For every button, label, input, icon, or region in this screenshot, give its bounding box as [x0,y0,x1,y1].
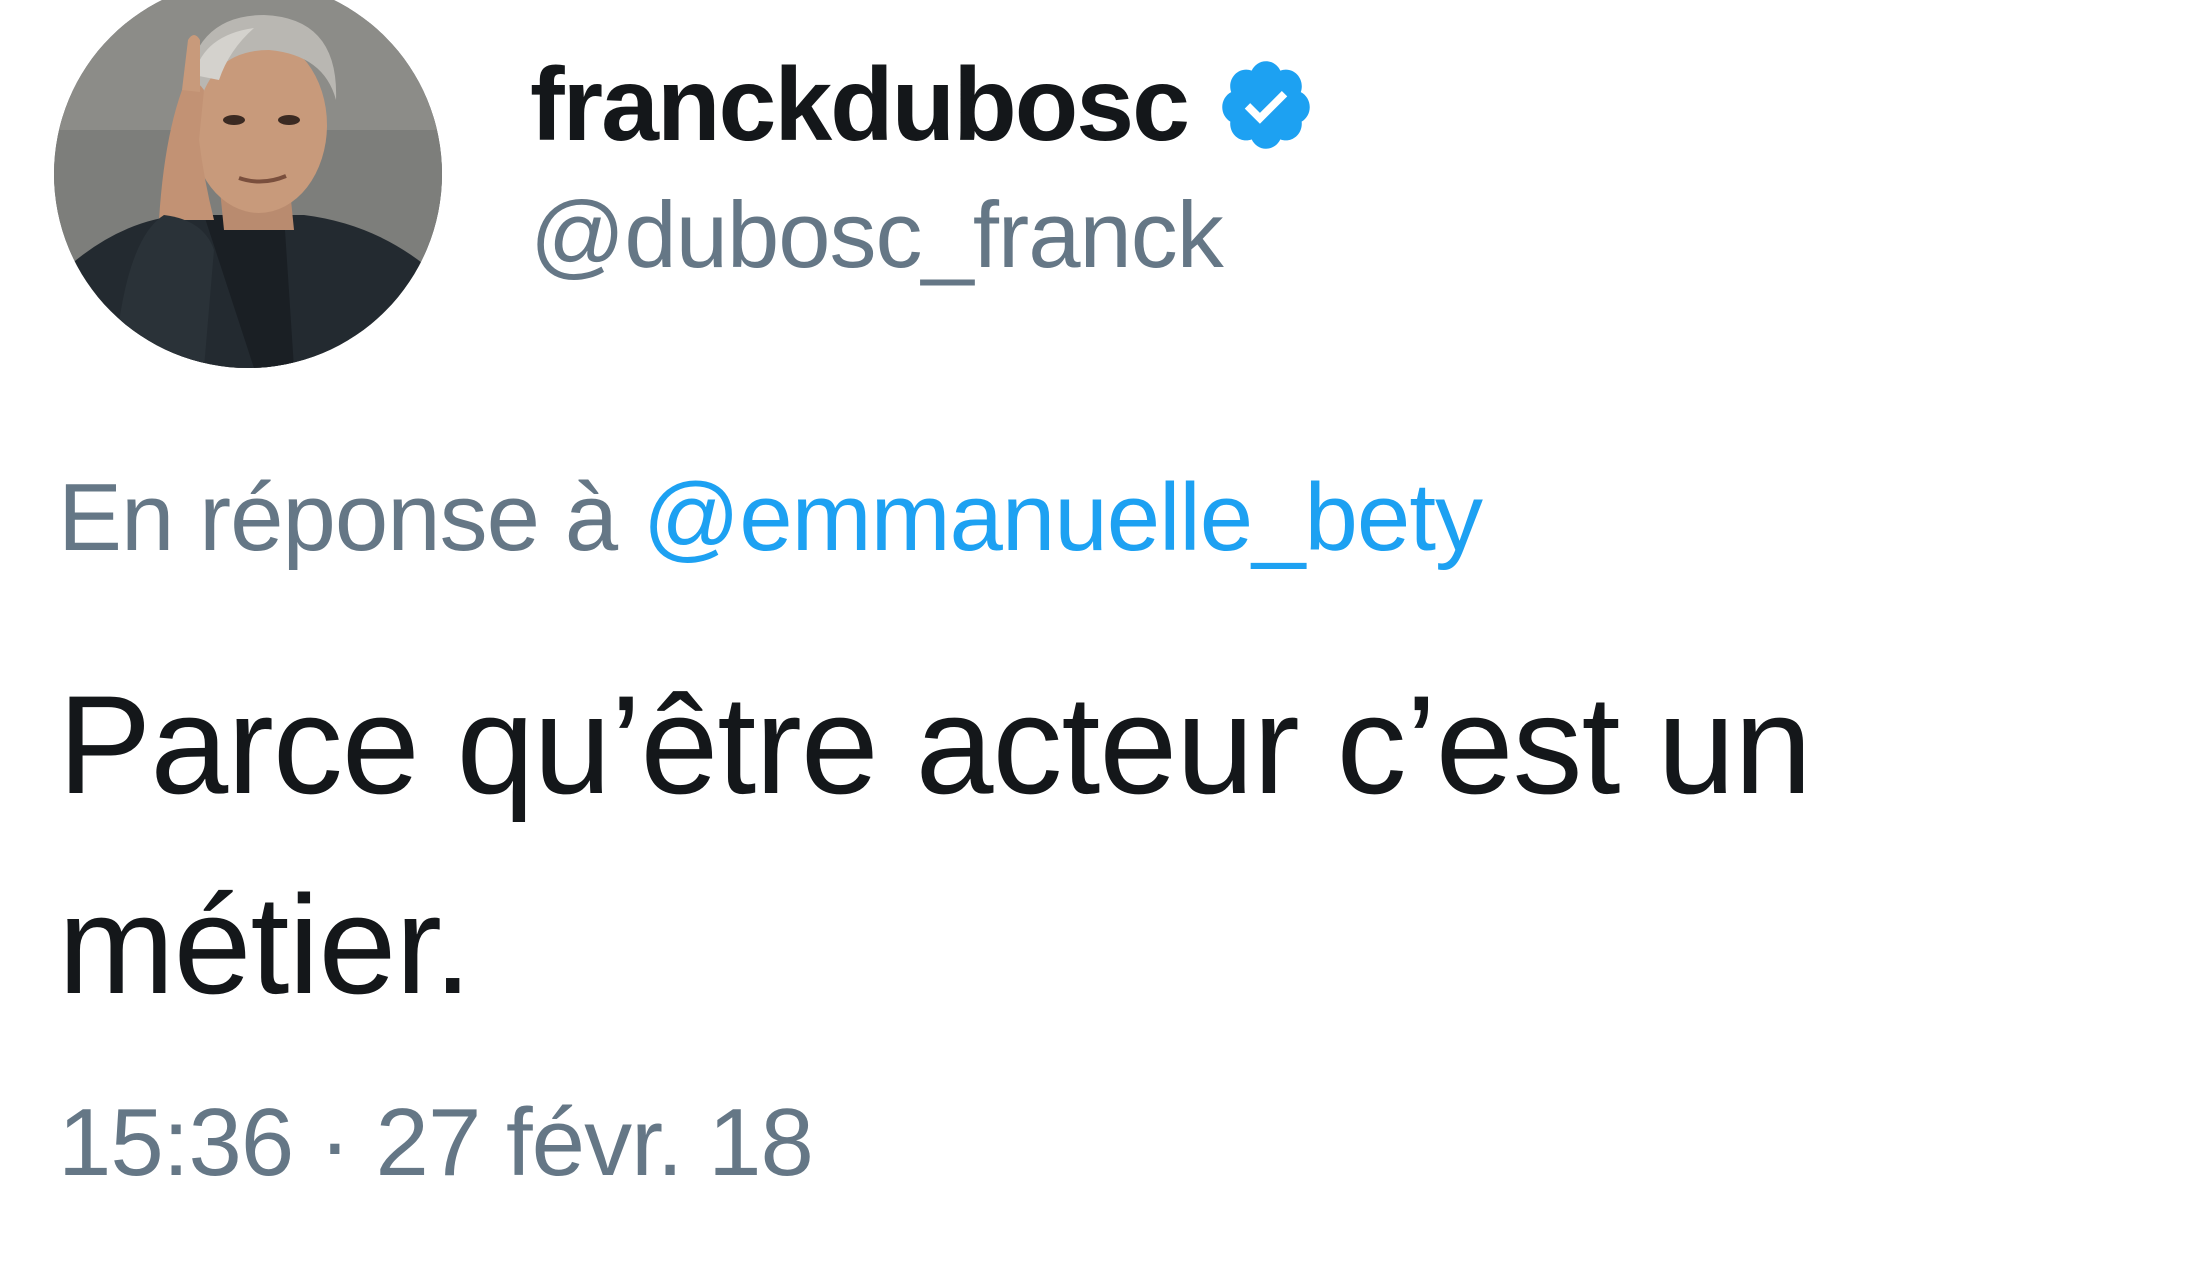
tweet-text: Parce qu’être acteur c’est un métier. [58,666,1812,1023]
author-block: franckdubosc @dubosc_franck [530,40,1316,282]
avatar[interactable] [54,0,442,368]
reply-context: En réponse à @emmanuelle_bety [58,470,1483,566]
user-handle[interactable]: @dubosc_franck [530,188,1316,282]
tweet-card: franckdubosc @dubosc_franck En réponse à… [0,0,2200,1278]
verified-badge-icon [1216,55,1316,155]
avatar-photo [54,0,442,368]
name-row: franckdubosc [530,40,1316,170]
reply-mention-link[interactable]: @emmanuelle_bety [643,464,1483,571]
tweet-timestamp[interactable]: 15:36 · 27 févr. 18 [58,1095,814,1191]
reply-prefix: En réponse à [58,464,618,571]
display-name[interactable]: franckdubosc [530,53,1190,157]
